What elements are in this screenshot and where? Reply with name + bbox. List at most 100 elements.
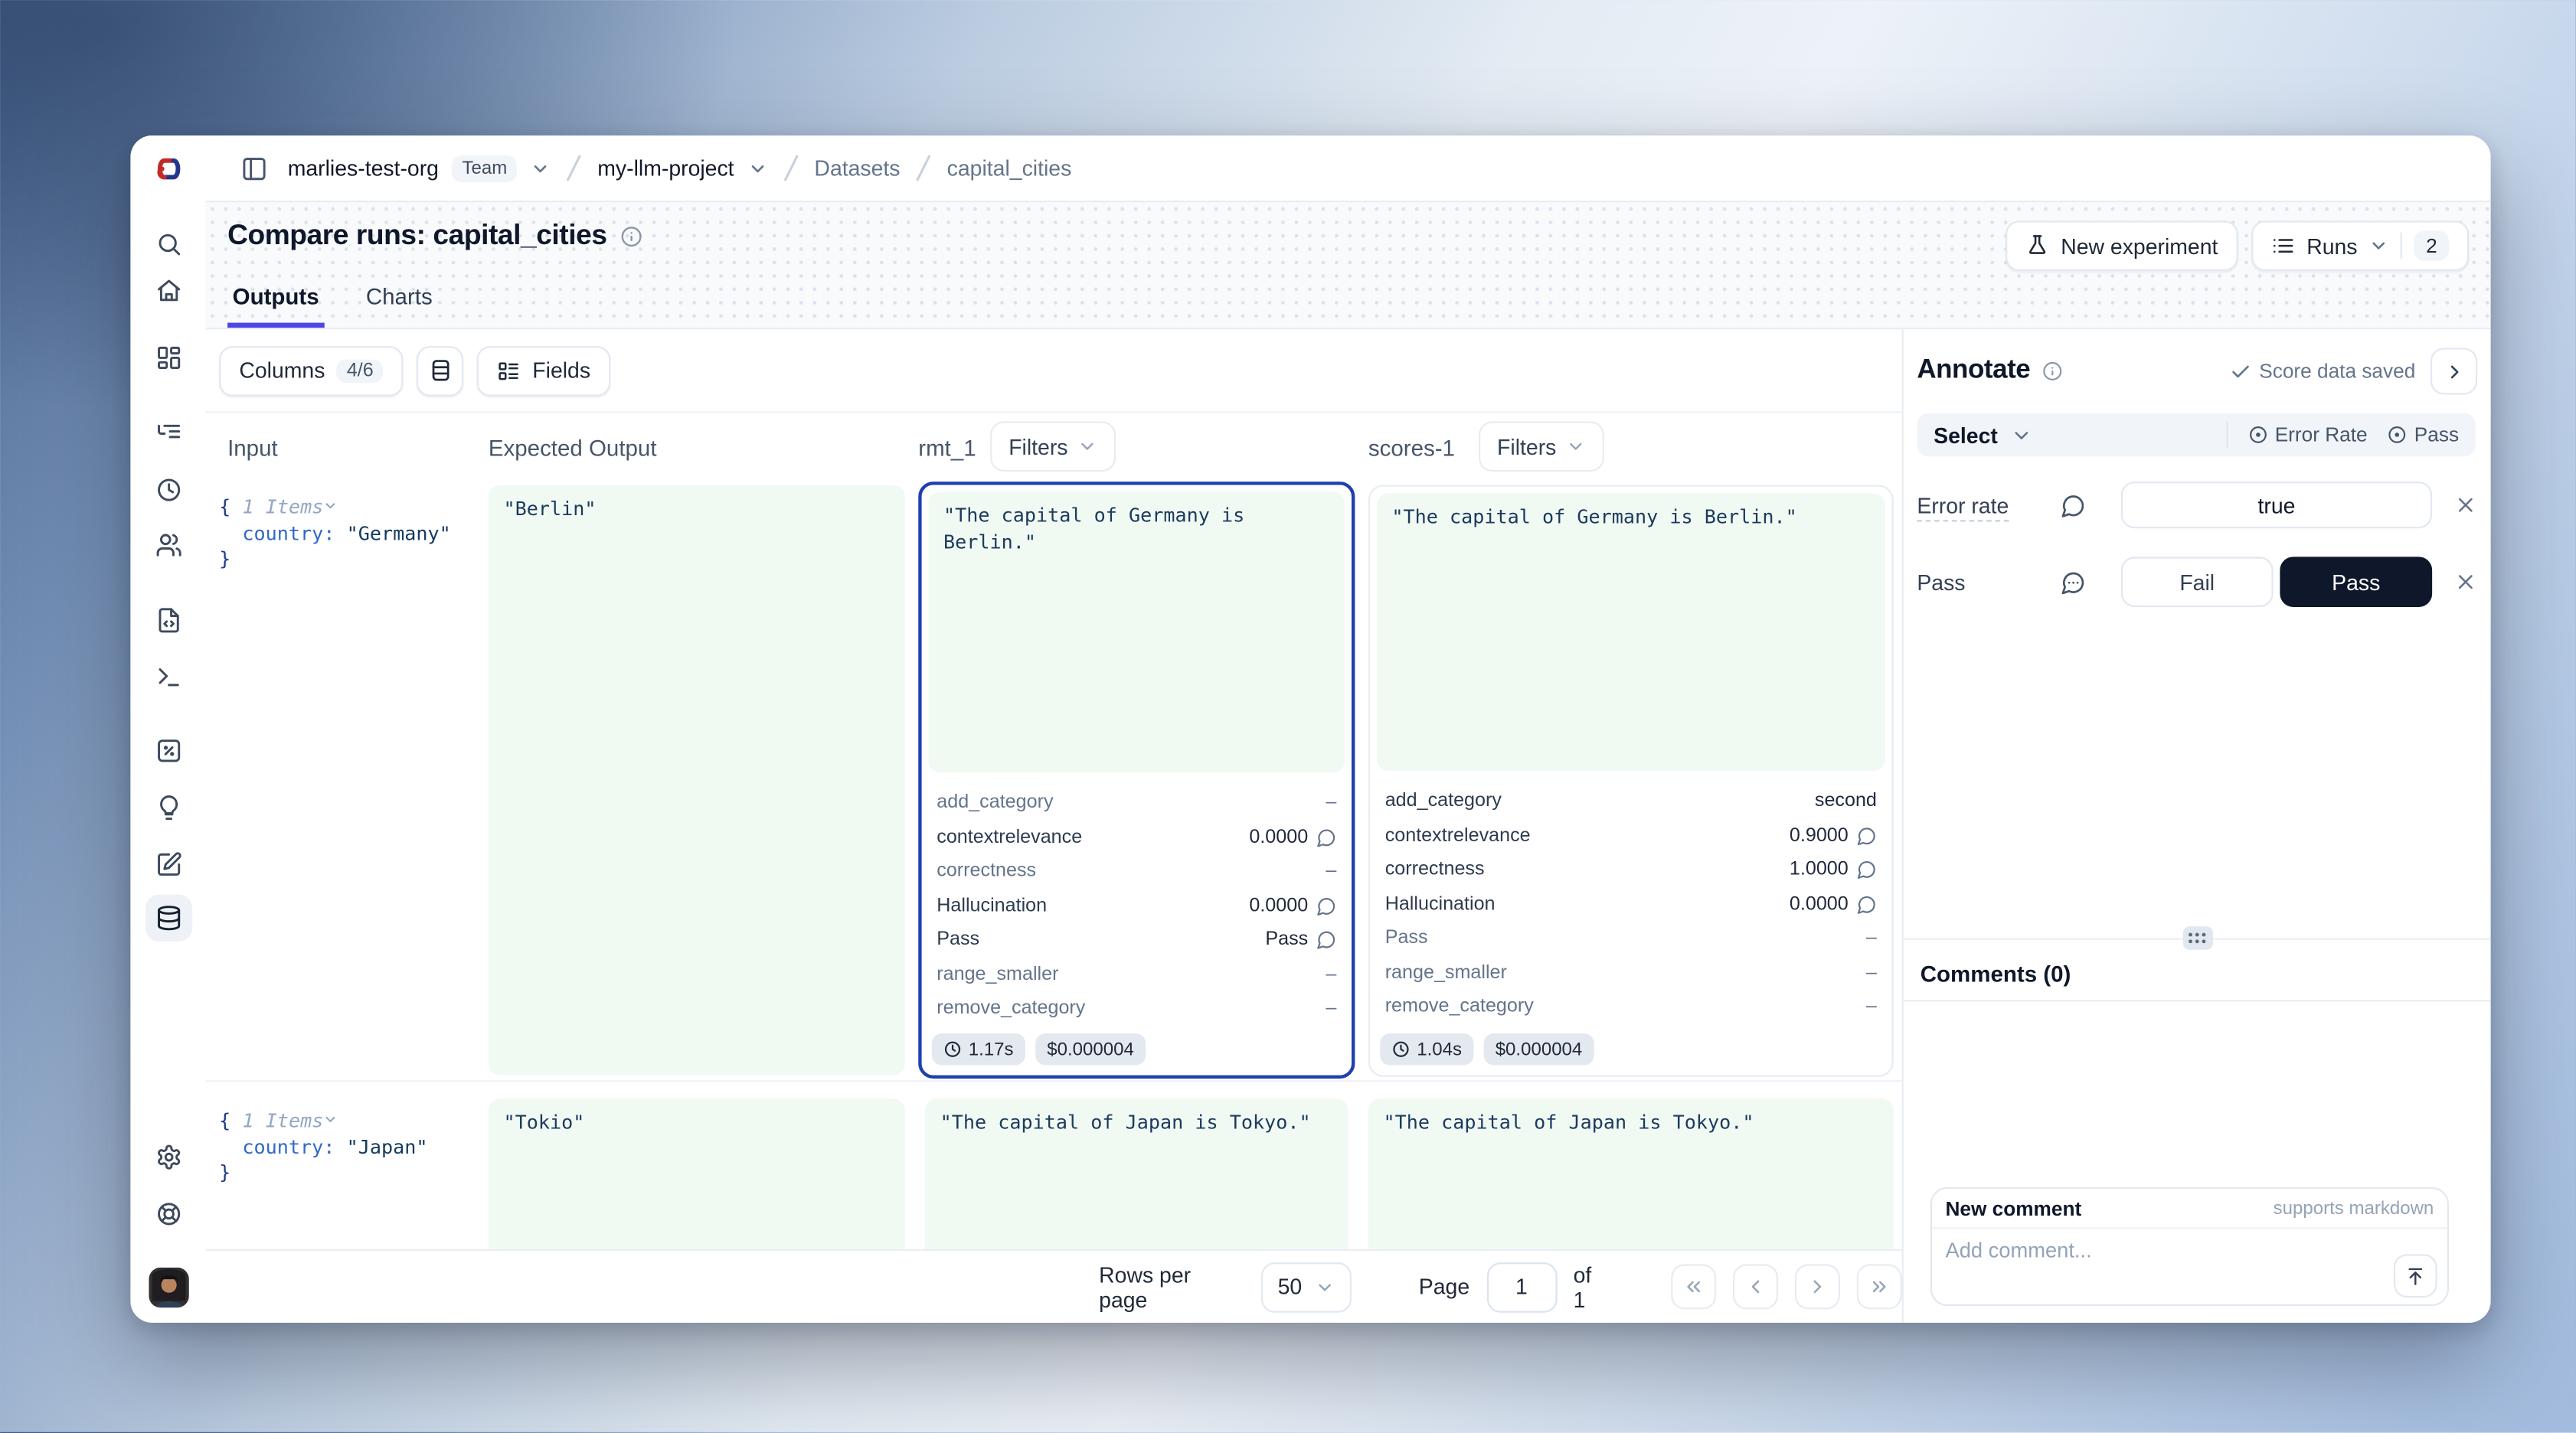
score-config-select[interactable]: Select Error Rate Pass [1917, 413, 2476, 457]
comment-bubble-icon[interactable] [1857, 826, 1877, 846]
prompts-icon[interactable] [155, 607, 181, 634]
search-icon[interactable] [155, 230, 181, 257]
info-icon[interactable] [620, 225, 642, 246]
drag-handle[interactable] [2182, 926, 2212, 950]
chevron-down-icon[interactable] [531, 158, 551, 178]
input-cell[interactable]: { 1 Items country: "Germany" } [219, 481, 473, 1080]
layout-list-icon [497, 359, 521, 383]
clear-pass-icon[interactable] [2454, 570, 2478, 594]
prev-page-button[interactable] [1733, 1264, 1778, 1309]
expected-output-cell[interactable]: "Tokio" [489, 1098, 905, 1249]
comment-bubble-icon[interactable] [2061, 492, 2121, 517]
tab-outputs[interactable]: Outputs [227, 284, 324, 328]
datasets-icon[interactable] [145, 895, 191, 942]
new-comment-card: New comment supports markdown [1930, 1187, 2449, 1306]
comment-bubble-icon[interactable] [1857, 894, 1877, 914]
columns-count-badge: 4/6 [337, 359, 384, 383]
page-number-input[interactable] [1486, 1262, 1557, 1312]
collapse-panel-button[interactable] [2431, 348, 2477, 394]
score-name: contextrelevance [937, 827, 1082, 847]
config-badge-error-rate: Error Rate [2248, 423, 2368, 447]
comment-bubble-more-icon[interactable] [2061, 570, 2121, 595]
markdown-hint: supports markdown [2274, 1198, 2434, 1218]
input-cell[interactable]: { 1 Items country: "Japan" } [219, 1095, 473, 1249]
run1-cell[interactable]: "The capital of Japan is Tokyo." [925, 1098, 1348, 1249]
annotation-queues-icon[interactable] [155, 851, 181, 878]
clear-error-rate-icon[interactable] [2454, 493, 2478, 517]
runs-count-badge: 2 [2414, 230, 2449, 260]
config-badge-pass: Pass [2388, 423, 2459, 447]
last-page-button[interactable] [1857, 1264, 1902, 1309]
topbar: marlies-test-org Team my-llm-project Dat… [206, 135, 2491, 202]
select-label: Select [1934, 423, 1998, 448]
runs-button[interactable]: Runs 2 [2251, 220, 2469, 271]
score-value: 0.0000 [1249, 827, 1308, 847]
json-items-label[interactable]: 1 Items [242, 1108, 323, 1132]
fail-button[interactable]: Fail [2121, 557, 2274, 607]
run2-cell[interactable]: "The capital of Germany is Berlin." add_… [1368, 485, 1894, 1076]
tracing-icon[interactable] [155, 418, 181, 445]
score-value: 0.0000 [1249, 896, 1308, 916]
settings-icon[interactable] [155, 1144, 181, 1170]
breadcrumb-project[interactable]: my-llm-project [597, 155, 734, 181]
sessions-icon[interactable] [155, 477, 181, 504]
run1-cell-selected[interactable]: "The capital of Germany is Berlin." add_… [918, 481, 1355, 1079]
playground-icon[interactable] [155, 664, 181, 690]
latency-badge: 1.04s [1380, 1033, 1473, 1066]
run2-filters-button[interactable]: Filters [1479, 421, 1605, 472]
run2-cell[interactable]: "The capital of Japan is Tokyo." [1368, 1098, 1894, 1249]
tab-bar: Outputs Charts [227, 284, 437, 328]
grip-dots-icon [2188, 932, 2206, 945]
submit-comment-button[interactable] [2394, 1254, 2437, 1298]
expected-output-cell[interactable]: "Berlin" [489, 485, 905, 1075]
tab-charts[interactable]: Charts [361, 284, 437, 328]
comment-bubble-icon[interactable] [1316, 930, 1336, 950]
comments-title: Comments (0) [1921, 961, 2071, 987]
users-icon[interactable] [155, 532, 181, 559]
json-items-label[interactable]: 1 Items [242, 495, 323, 519]
home-icon[interactable] [155, 278, 181, 305]
comment-bubble-icon[interactable] [1316, 896, 1336, 916]
dashboards-icon[interactable] [155, 344, 181, 371]
evaluation-icon[interactable] [155, 737, 181, 764]
breadcrumb-dataset[interactable]: capital_cities [947, 155, 1072, 181]
avatar[interactable] [148, 1268, 188, 1307]
fields-button[interactable]: Fields [477, 345, 610, 396]
list-icon [2271, 234, 2295, 258]
score-value: Pass [1265, 930, 1308, 950]
score-value: – [1866, 963, 1877, 983]
row-height-button[interactable] [417, 345, 464, 396]
breadcrumb-org[interactable]: marlies-test-org [288, 155, 439, 181]
rows-per-page-select[interactable]: 50 [1261, 1262, 1352, 1312]
support-icon[interactable] [155, 1200, 181, 1227]
run1-filters-button[interactable]: Filters [990, 421, 1116, 472]
sidebar [130, 135, 207, 1323]
chevron-down-icon[interactable] [747, 158, 767, 178]
info-icon[interactable] [2042, 361, 2062, 381]
pass-button[interactable]: Pass [2280, 557, 2432, 607]
score-value: 0.9000 [1790, 826, 1849, 846]
latency-badge: 1.17s [932, 1033, 1025, 1066]
new-experiment-button[interactable]: New experiment [2006, 220, 2238, 271]
next-page-button[interactable] [1795, 1264, 1840, 1309]
error-rate-label: Error rate [1917, 492, 2061, 517]
sidebar-toggle-icon[interactable] [241, 155, 268, 181]
error-rate-value-input[interactable] [2121, 481, 2432, 528]
breadcrumb-datasets[interactable]: Datasets [814, 155, 900, 181]
first-page-button[interactable] [1671, 1264, 1716, 1309]
comment-input[interactable] [1932, 1229, 2447, 1306]
comment-bubble-icon[interactable] [1316, 827, 1336, 847]
filters-label: Filters [1497, 434, 1556, 459]
comment-bubble-icon[interactable] [1857, 860, 1877, 880]
button-divider [2401, 233, 2402, 260]
pass-label: Pass [1917, 570, 2061, 595]
breadcrumb: marlies-test-org Team my-llm-project Dat… [288, 154, 1072, 182]
llm-judge-icon[interactable] [155, 795, 181, 821]
page-label: Page [1419, 1275, 1469, 1300]
col-header-run1: rmt_1 [918, 435, 976, 460]
score-row-pass: Pass Fail Pass [1917, 557, 2477, 607]
breadcrumb-separator [564, 154, 584, 182]
check-icon [2229, 361, 2251, 382]
score-name: remove_category [1385, 997, 1534, 1017]
columns-button[interactable]: Columns 4/6 [219, 345, 404, 396]
